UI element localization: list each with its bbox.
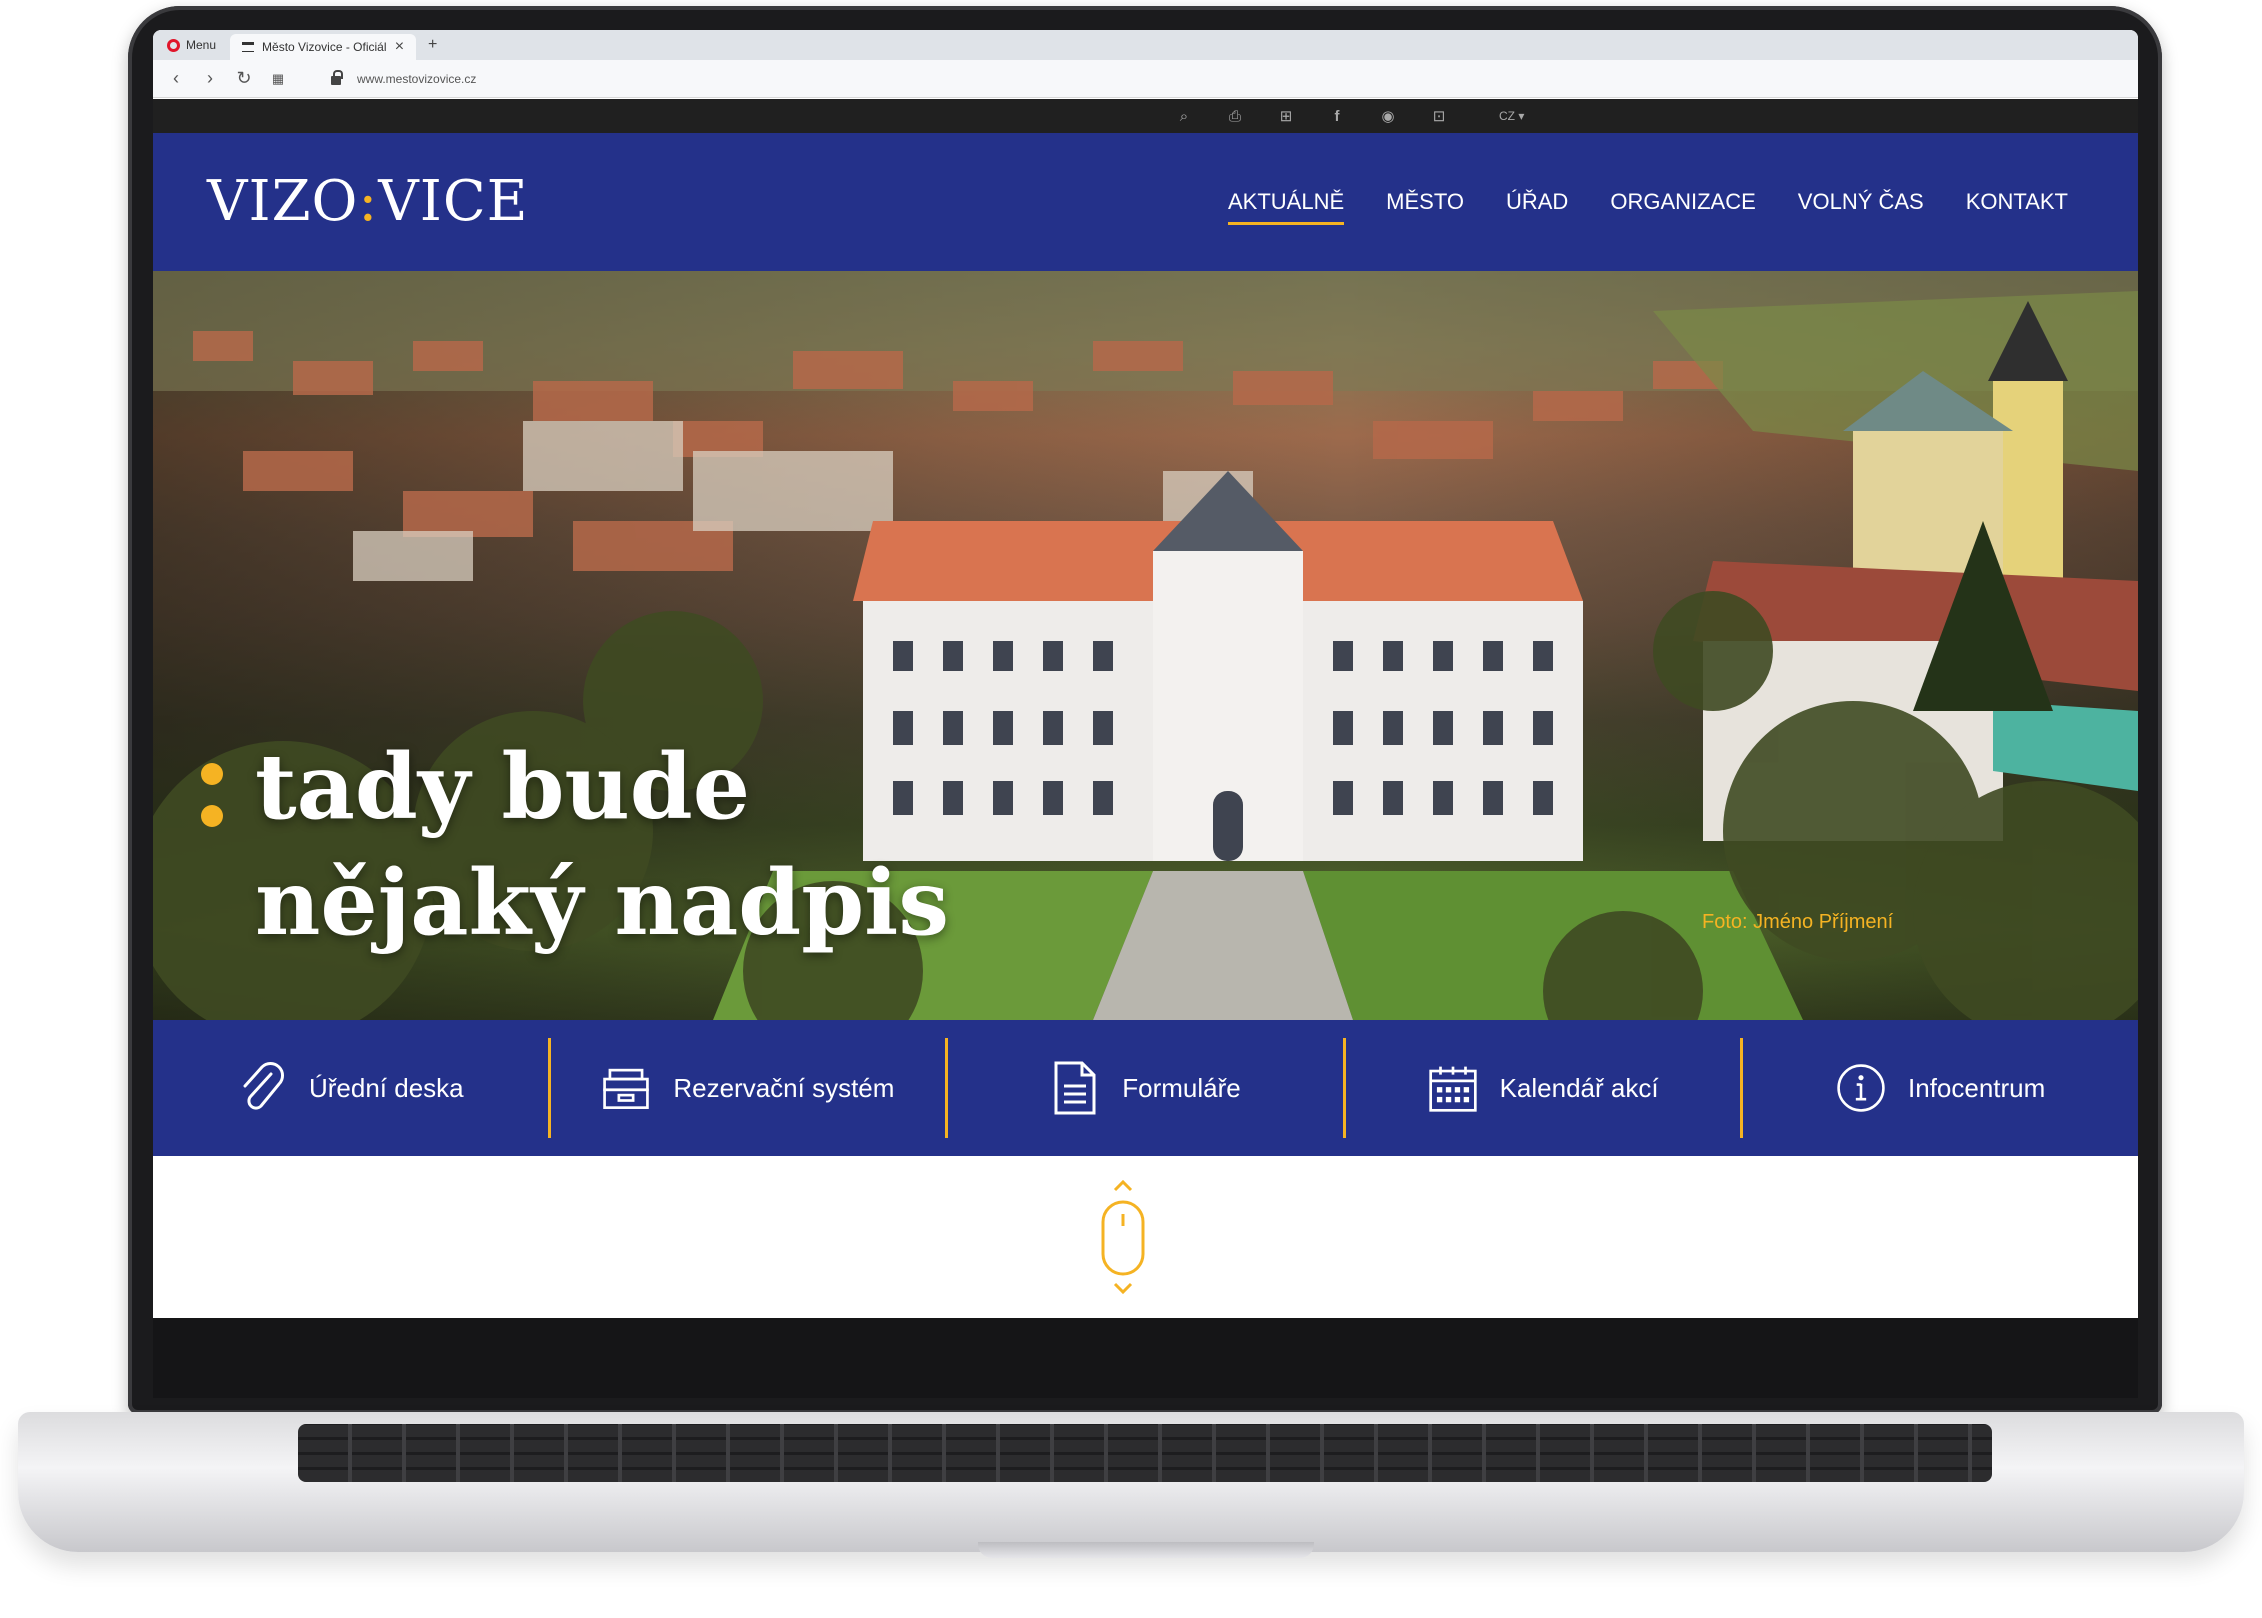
- browser-menu-button[interactable]: Menu: [153, 30, 230, 60]
- lock-icon[interactable]: ⊡: [1430, 107, 1448, 125]
- hero-banner: tady bude nějaký nadpis Foto: Jméno Příj…: [153, 271, 2138, 1020]
- browser-address-bar: ‹ › ↻ ▦ www.mestovizovice.cz: [153, 60, 2138, 98]
- webcam-icon[interactable]: ◉: [1379, 107, 1397, 125]
- quick-link-label: Formuláře: [1122, 1072, 1241, 1103]
- photo-credit: Foto: Jméno Příjmení: [1702, 911, 1894, 933]
- browser-tab-bar: Menu Město Vizovice - Oficiální s × +: [153, 30, 2138, 60]
- main-navigation: AKTUÁLNĚ MĚSTO ÚŘAD ORGANIZACE VOLNÝ ČAS…: [1228, 189, 2068, 225]
- language-select[interactable]: CZ ▾: [1499, 109, 1524, 123]
- forward-icon[interactable]: ›: [201, 68, 219, 89]
- quick-link-formulare[interactable]: Formuláře: [948, 1038, 1346, 1138]
- sitemap-icon[interactable]: ⊞: [1277, 107, 1295, 125]
- hero-heading: tady bude nějaký nadpis: [201, 729, 950, 961]
- tab-close-icon[interactable]: ×: [395, 38, 404, 56]
- secure-lock-icon: [331, 70, 343, 85]
- quick-link-label: Kalendář akcí: [1499, 1072, 1659, 1103]
- site-header: VIZO:VICE AKTUÁLNĚ MĚSTO ÚŘAD ORGANIZACE…: [153, 133, 2138, 271]
- laptop-screen: Menu Město Vizovice - Oficiální s × + ‹ …: [153, 30, 2138, 1318]
- info-icon: [1836, 1060, 1886, 1116]
- print-icon[interactable]: ⎙: [1226, 108, 1244, 125]
- logo-text-left: VIZO: [207, 169, 359, 234]
- browser-menu-label: Menu: [186, 38, 217, 52]
- paperclip-icon: [237, 1060, 287, 1116]
- nav-item-aktualne[interactable]: AKTUÁLNĚ: [1228, 189, 1345, 225]
- back-icon[interactable]: ‹: [167, 68, 185, 89]
- url-field[interactable]: www.mestovizovice.cz: [357, 72, 476, 86]
- document-icon: [1050, 1060, 1100, 1116]
- hero-heading-line-1: tady bude: [255, 734, 750, 840]
- browser-tab[interactable]: Město Vizovice - Oficiální s ×: [230, 34, 417, 60]
- quick-link-label: Rezervační systém: [673, 1072, 895, 1103]
- archive-box-icon: [601, 1060, 651, 1116]
- nav-item-kontakt[interactable]: KONTAKT: [1966, 189, 2068, 225]
- quick-links-bar: Úřední deska Rezervační systém Formuláře…: [153, 1020, 2138, 1156]
- nav-item-urad[interactable]: ÚŘAD: [1506, 189, 1568, 225]
- reload-icon[interactable]: ↻: [235, 68, 253, 89]
- heading-colon-accent: [201, 763, 225, 827]
- laptop-opening-notch: [978, 1542, 1314, 1558]
- language-label: CZ: [1499, 109, 1515, 123]
- quick-link-rezervacni-system[interactable]: Rezervační systém: [551, 1038, 949, 1138]
- site-utility-bar: ⌕ ⎙ ⊞ f ◉ ⊡ CZ ▾: [153, 99, 2138, 133]
- new-tab-icon[interactable]: +: [416, 36, 437, 54]
- tabs-grid-icon[interactable]: ▦: [269, 71, 287, 87]
- search-icon[interactable]: ⌕: [1175, 108, 1193, 125]
- quick-link-kalendar-akci[interactable]: Kalendář akcí: [1346, 1038, 1744, 1138]
- hero-heading-line-2: nějaký nadpis: [255, 850, 950, 956]
- nav-item-mesto[interactable]: MĚSTO: [1386, 189, 1464, 225]
- quick-link-uredni-deska[interactable]: Úřední deska: [153, 1038, 551, 1138]
- logo-text-right: VICE: [378, 169, 529, 234]
- tab-favicon-icon: [242, 42, 255, 52]
- scroll-down-mouse-icon[interactable]: [1099, 1179, 1147, 1298]
- laptop-keyboard: [298, 1424, 1992, 1482]
- tab-title: Město Vizovice - Oficiální s: [262, 40, 387, 54]
- nav-item-organizace[interactable]: ORGANIZACE: [1610, 189, 1755, 225]
- site-logo[interactable]: VIZO:VICE: [207, 169, 529, 234]
- nav-item-volny-cas[interactable]: VOLNÝ ČAS: [1798, 189, 1924, 225]
- calendar-icon: [1428, 1060, 1478, 1116]
- quick-link-infocentrum[interactable]: Infocentrum: [1743, 1038, 2138, 1138]
- laptop-bezel-bottom: [153, 1318, 2138, 1398]
- logo-colon: :: [358, 169, 379, 234]
- facebook-icon[interactable]: f: [1328, 108, 1346, 125]
- opera-logo-icon: [167, 38, 180, 52]
- quick-link-label: Infocentrum: [1908, 1072, 2046, 1103]
- quick-link-label: Úřední deska: [308, 1072, 464, 1103]
